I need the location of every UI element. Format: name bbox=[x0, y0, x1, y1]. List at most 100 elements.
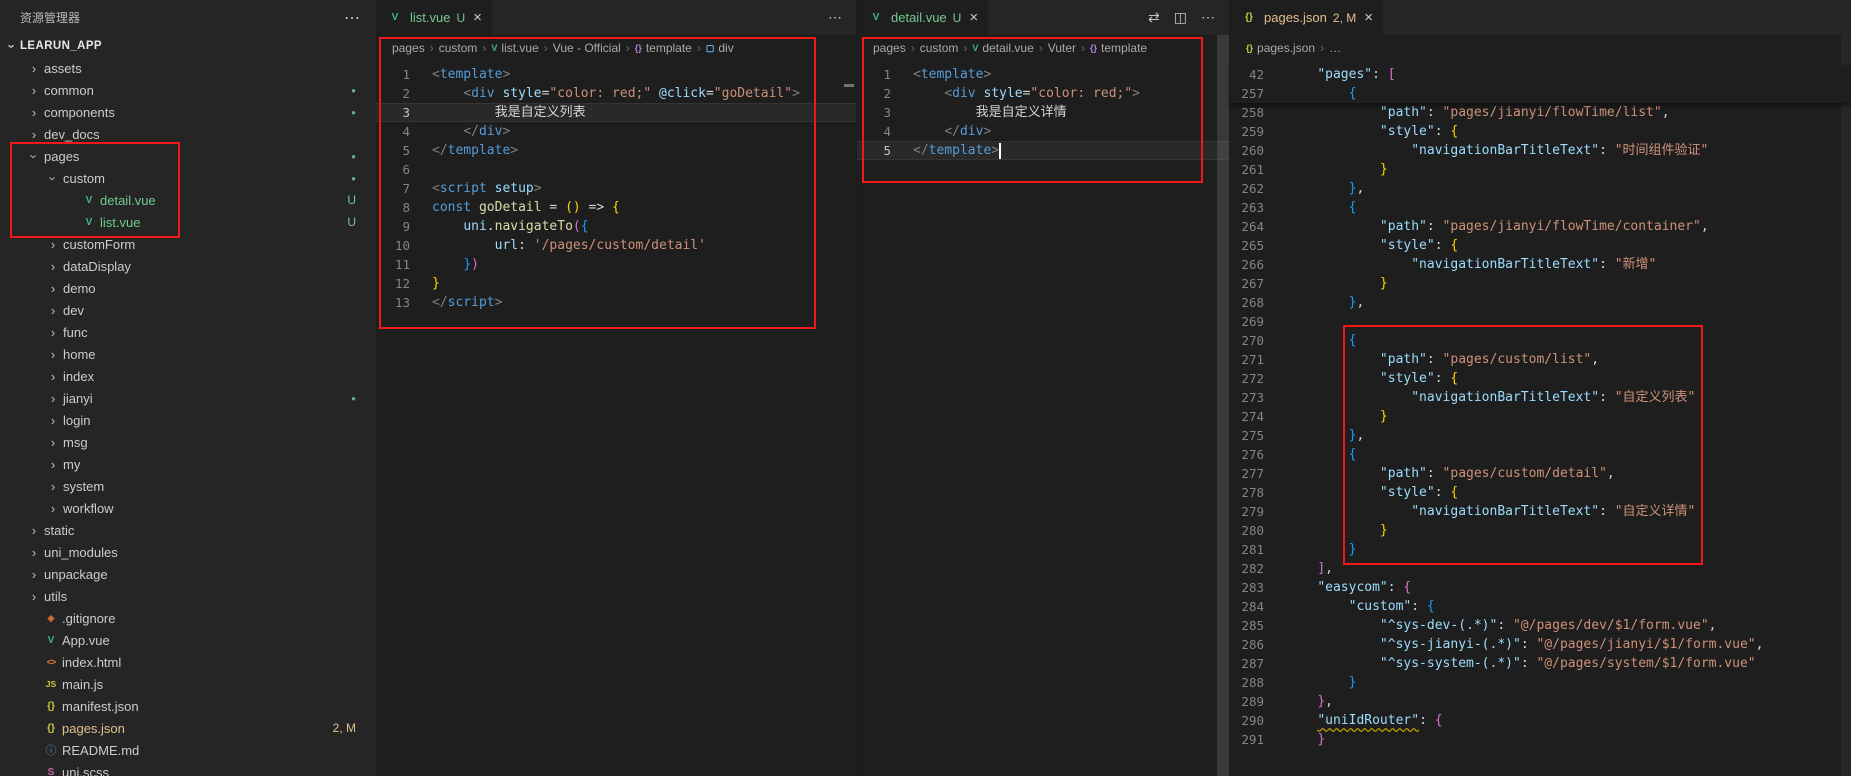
tree-root-row[interactable]: › LEARUN_APP bbox=[0, 35, 376, 57]
code-line-284[interactable]: 284 "custom": { bbox=[1230, 597, 1851, 616]
line-number[interactable]: 275 bbox=[1230, 426, 1286, 445]
line-number[interactable]: 42 bbox=[1230, 65, 1286, 84]
breadcrumb-item[interactable]: {}template bbox=[1090, 41, 1147, 55]
code-line-1[interactable]: 1<template> bbox=[857, 65, 1229, 84]
line-number[interactable]: 286 bbox=[1230, 635, 1286, 654]
line-number[interactable]: 1 bbox=[376, 65, 432, 84]
breadcrumb-item[interactable]: pages bbox=[392, 41, 425, 55]
code-line-288[interactable]: 288 } bbox=[1230, 673, 1851, 692]
tree-item-system[interactable]: ›system bbox=[0, 475, 376, 497]
code-line-264[interactable]: 264 "path": "pages/jianyi/flowTime/conta… bbox=[1230, 217, 1851, 236]
line-number[interactable]: 10 bbox=[376, 236, 432, 255]
code-editor[interactable]: 1<template>2 <div style="color: red;" @c… bbox=[376, 61, 856, 312]
code-line-4[interactable]: 4 </div> bbox=[857, 122, 1229, 141]
code-line-267[interactable]: 267 } bbox=[1230, 274, 1851, 293]
code-line-270[interactable]: 270 { bbox=[1230, 331, 1851, 350]
line-number[interactable]: 269 bbox=[1230, 312, 1286, 331]
code-line-261[interactable]: 261 } bbox=[1230, 160, 1851, 179]
code-line-276[interactable]: 276 { bbox=[1230, 445, 1851, 464]
line-number[interactable]: 3 bbox=[376, 103, 432, 122]
code-line-273[interactable]: 273 "navigationBarTitleText": "自定义列表" bbox=[1230, 388, 1851, 407]
line-number[interactable]: 2 bbox=[376, 84, 432, 103]
tree-item-customForm[interactable]: ›customForm bbox=[0, 233, 376, 255]
code-line-269[interactable]: 269 bbox=[1230, 312, 1851, 331]
tree-item-demo[interactable]: ›demo bbox=[0, 277, 376, 299]
code-line-262[interactable]: 262 }, bbox=[1230, 179, 1851, 198]
breadcrumb-item[interactable]: {}pages.json bbox=[1246, 41, 1315, 55]
line-number[interactable]: 271 bbox=[1230, 350, 1286, 369]
more-icon[interactable]: ⋯ bbox=[1201, 9, 1215, 26]
line-number[interactable]: 264 bbox=[1230, 217, 1286, 236]
tree-item-detail.vue[interactable]: Vdetail.vueU bbox=[0, 189, 376, 211]
close-icon[interactable]: × bbox=[969, 9, 978, 26]
tree-item-pages[interactable]: ›pages● bbox=[0, 145, 376, 167]
tree-item-uni_modules[interactable]: ›uni_modules bbox=[0, 541, 376, 563]
tree-item-unpackage[interactable]: ›unpackage bbox=[0, 563, 376, 585]
line-number[interactable]: 273 bbox=[1230, 388, 1286, 407]
code-line-274[interactable]: 274 } bbox=[1230, 407, 1851, 426]
code-line-42[interactable]: 42 "pages": [ bbox=[1230, 65, 1851, 84]
line-number[interactable]: 2 bbox=[857, 84, 913, 103]
tab-pages.json[interactable]: {}pages.json2, M× bbox=[1230, 0, 1384, 35]
line-number[interactable]: 291 bbox=[1230, 730, 1286, 749]
line-number[interactable]: 268 bbox=[1230, 293, 1286, 312]
line-number[interactable]: 288 bbox=[1230, 673, 1286, 692]
tree-item-.gitignore[interactable]: ◆.gitignore bbox=[0, 607, 376, 629]
code-line-283[interactable]: 283 "easycom": { bbox=[1230, 578, 1851, 597]
code-line-4[interactable]: 4 </div> bbox=[376, 122, 856, 141]
line-number[interactable]: 287 bbox=[1230, 654, 1286, 673]
line-number[interactable]: 257 bbox=[1230, 84, 1286, 103]
code-line-271[interactable]: 271 "path": "pages/custom/list", bbox=[1230, 350, 1851, 369]
tree-item-dev_docs[interactable]: ›dev_docs bbox=[0, 123, 376, 145]
code-line-275[interactable]: 275 }, bbox=[1230, 426, 1851, 445]
line-number[interactable]: 274 bbox=[1230, 407, 1286, 426]
breadcrumb-item[interactable]: Vlist.vue bbox=[491, 41, 538, 55]
line-number[interactable]: 279 bbox=[1230, 502, 1286, 521]
tree-item-jianyi[interactable]: ›jianyi● bbox=[0, 387, 376, 409]
breadcrumb-item[interactable]: ▢div bbox=[706, 41, 734, 55]
breadcrumb-item[interactable]: {}template bbox=[635, 41, 692, 55]
code-line-259[interactable]: 259 "style": { bbox=[1230, 122, 1851, 141]
line-number[interactable]: 12 bbox=[376, 274, 432, 293]
breadcrumb-item[interactable]: … bbox=[1329, 41, 1341, 55]
code-line-278[interactable]: 278 "style": { bbox=[1230, 483, 1851, 502]
code-line-5[interactable]: 5</template> bbox=[376, 141, 856, 160]
line-number[interactable]: 270 bbox=[1230, 331, 1286, 350]
line-number[interactable]: 272 bbox=[1230, 369, 1286, 388]
code-line-2[interactable]: 2 <div style="color: red;"> bbox=[857, 84, 1229, 103]
scrollbar[interactable] bbox=[1841, 35, 1851, 776]
code-line-291[interactable]: 291 } bbox=[1230, 730, 1851, 749]
line-number[interactable]: 4 bbox=[376, 122, 432, 141]
line-number[interactable]: 11 bbox=[376, 255, 432, 274]
code-line-285[interactable]: 285 "^sys-dev-(.*)": "@/pages/dev/$1/for… bbox=[1230, 616, 1851, 635]
code-line-7[interactable]: 7<script setup> bbox=[376, 179, 856, 198]
line-number[interactable]: 13 bbox=[376, 293, 432, 312]
tree-item-func[interactable]: ›func bbox=[0, 321, 376, 343]
tree-item-assets[interactable]: ›assets bbox=[0, 57, 376, 79]
tree-item-dev[interactable]: ›dev bbox=[0, 299, 376, 321]
line-number[interactable]: 8 bbox=[376, 198, 432, 217]
line-number[interactable]: 4 bbox=[857, 122, 913, 141]
code-line-281[interactable]: 281 } bbox=[1230, 540, 1851, 559]
code-line-260[interactable]: 260 "navigationBarTitleText": "时间组件验证" bbox=[1230, 141, 1851, 160]
tab-list.vue[interactable]: Vlist.vueU× bbox=[376, 0, 493, 35]
line-number[interactable]: 3 bbox=[857, 103, 913, 122]
line-number[interactable]: 262 bbox=[1230, 179, 1286, 198]
tree-item-login[interactable]: ›login bbox=[0, 409, 376, 431]
line-number[interactable]: 258 bbox=[1230, 103, 1286, 122]
line-number[interactable]: 261 bbox=[1230, 160, 1286, 179]
tree-item-components[interactable]: ›components● bbox=[0, 101, 376, 123]
line-number[interactable]: 282 bbox=[1230, 559, 1286, 578]
code-line-282[interactable]: 282 ], bbox=[1230, 559, 1851, 578]
line-number[interactable]: 265 bbox=[1230, 236, 1286, 255]
tree-item-home[interactable]: ›home bbox=[0, 343, 376, 365]
tree-item-uni.scss[interactable]: Suni.scss bbox=[0, 761, 376, 776]
tree-item-my[interactable]: ›my bbox=[0, 453, 376, 475]
code-line-10[interactable]: 10 url: '/pages/custom/detail' bbox=[376, 236, 856, 255]
code-line-8[interactable]: 8const goDetail = () => { bbox=[376, 198, 856, 217]
line-number[interactable]: 289 bbox=[1230, 692, 1286, 711]
tree-item-dataDisplay[interactable]: ›dataDisplay bbox=[0, 255, 376, 277]
line-number[interactable]: 6 bbox=[376, 160, 432, 179]
breadcrumb-item[interactable]: Vue - Official bbox=[553, 41, 621, 55]
line-number[interactable]: 267 bbox=[1230, 274, 1286, 293]
